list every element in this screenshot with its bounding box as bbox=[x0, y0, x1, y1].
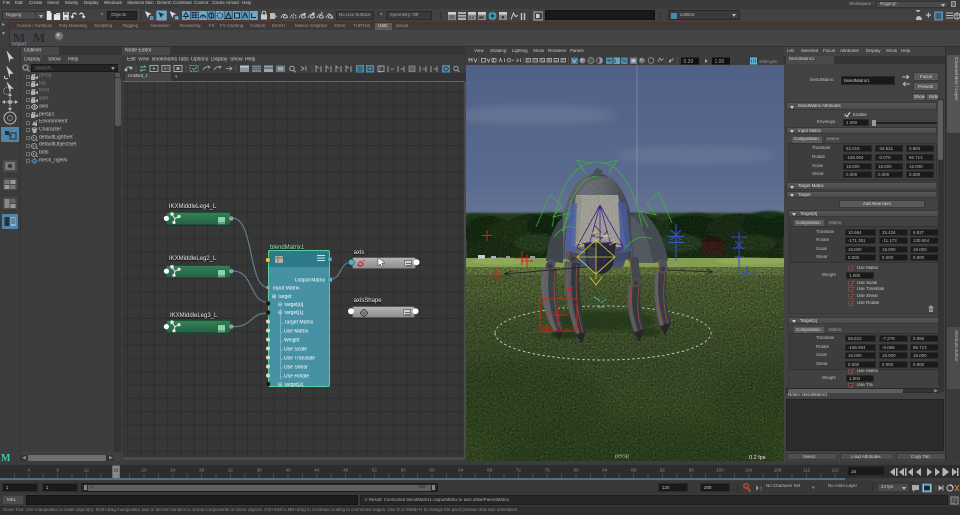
svg-text:0.20: 0.20 bbox=[684, 59, 694, 65]
svg-text:76: 76 bbox=[545, 467, 551, 472]
svg-text:84: 84 bbox=[602, 467, 608, 472]
svg-text:persp: persp bbox=[615, 454, 629, 460]
svg-text:72: 72 bbox=[516, 467, 522, 472]
svg-text:112: 112 bbox=[803, 467, 811, 472]
svg-text:108: 108 bbox=[774, 467, 782, 472]
svg-text:88: 88 bbox=[631, 467, 637, 472]
svg-text:60: 60 bbox=[429, 467, 435, 472]
svg-text:axis: axis bbox=[602, 233, 609, 238]
svg-text:x600.gen: x600.gen bbox=[759, 59, 778, 64]
svg-text:48: 48 bbox=[343, 467, 349, 472]
svg-text:1.00: 1.00 bbox=[715, 59, 725, 65]
svg-text:52: 52 bbox=[372, 467, 378, 472]
svg-text:104: 104 bbox=[745, 467, 753, 472]
svg-text:20: 20 bbox=[141, 467, 147, 472]
svg-text:44: 44 bbox=[314, 467, 320, 472]
svg-text:28: 28 bbox=[199, 467, 205, 472]
svg-text:32: 32 bbox=[228, 467, 234, 472]
svg-text:0.2 fps: 0.2 fps bbox=[749, 455, 766, 461]
svg-text:12: 12 bbox=[84, 467, 90, 472]
svg-text:116: 116 bbox=[832, 467, 840, 472]
svg-text:56: 56 bbox=[401, 467, 407, 472]
svg-text:68: 68 bbox=[487, 467, 493, 472]
svg-text:40: 40 bbox=[285, 467, 291, 472]
svg-text:80: 80 bbox=[573, 467, 579, 472]
svg-text:64: 64 bbox=[458, 467, 464, 472]
svg-text:16: 16 bbox=[113, 467, 119, 472]
svg-text:100: 100 bbox=[716, 467, 724, 472]
svg-text:24: 24 bbox=[170, 467, 176, 472]
svg-text:96: 96 bbox=[689, 467, 695, 472]
svg-text:92: 92 bbox=[660, 467, 666, 472]
svg-text:36: 36 bbox=[257, 467, 263, 472]
